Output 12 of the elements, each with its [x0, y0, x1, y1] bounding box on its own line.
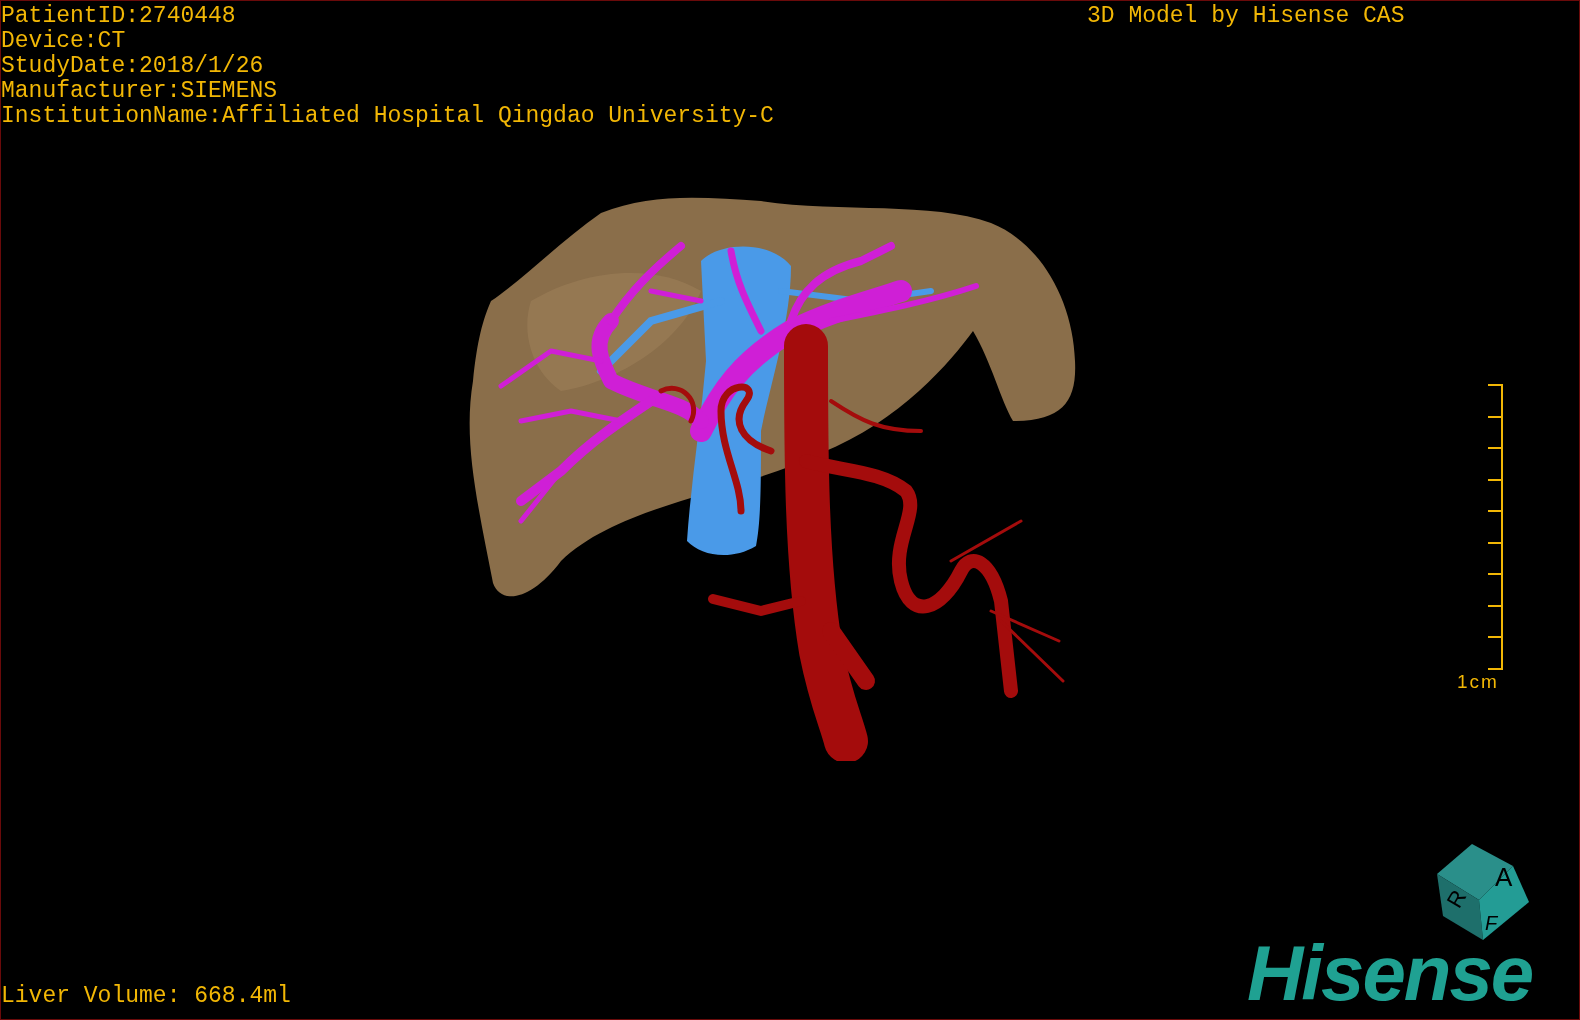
scale-label: 1cm	[1457, 671, 1499, 693]
info-line: InstitutionName:Affiliated Hospital Qingdao University-C	[1, 104, 774, 129]
info-line: PatientID:2740448	[1, 4, 237, 29]
cube-face-label: F	[1485, 912, 1498, 934]
info-line: Manufacturer:SIEMENS	[1, 79, 279, 104]
info-line: StudyDate:2018/1/26	[1, 54, 265, 79]
liver-volume: Liver Volume: 668.4ml	[1, 984, 291, 1009]
cube-face-label: A	[1495, 862, 1513, 892]
view-title: 3D Model by Hisense CAS	[1087, 4, 1405, 29]
orientation-cube[interactable]: A R F	[1437, 844, 1531, 942]
cube-face-label: R	[1441, 885, 1472, 912]
info-line: Device:CT	[1, 29, 127, 54]
